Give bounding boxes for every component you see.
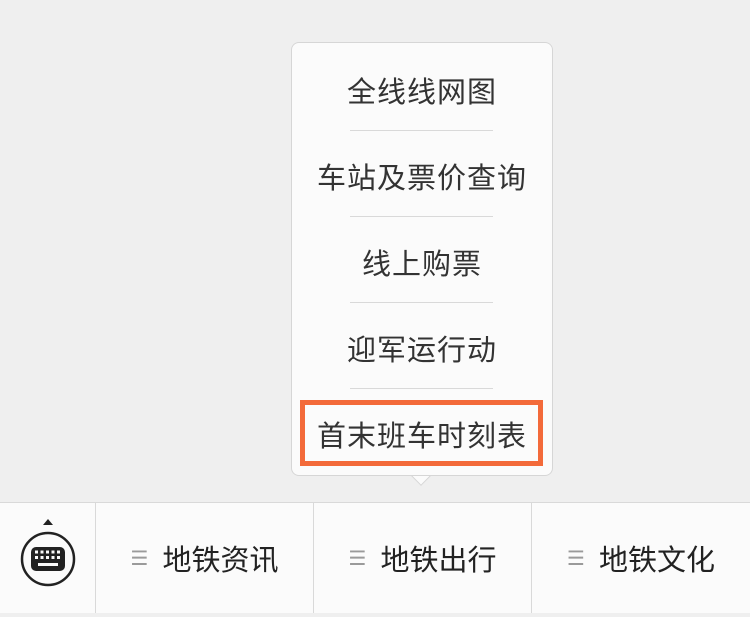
keyboard-toggle-button[interactable] [0, 503, 96, 613]
menu-item-online-ticket[interactable]: 线上购票 [292, 219, 552, 305]
tab-metro-culture[interactable]: ☰ 地铁文化 [532, 503, 750, 613]
menu-lines-icon: ☰ [130, 546, 149, 570]
tab-label: 地铁出行 [380, 543, 497, 577]
menu-item-line-map[interactable]: 全线线网图 [292, 47, 552, 133]
keyboard-icon [20, 519, 76, 587]
menu-item-station-fare-query[interactable]: 车站及票价查询 [292, 133, 552, 219]
submenu-popup: 全线线网图 车站及票价查询 线上购票 迎军运行动 首末班车时刻表 [291, 42, 553, 476]
tab-metro-travel[interactable]: ☰ 地铁出行 [314, 503, 532, 613]
tab-metro-news[interactable]: ☰ 地铁资讯 [96, 503, 314, 613]
menu-item-first-last-timetable[interactable]: 首末班车时刻表 [292, 391, 552, 477]
menu-divider [350, 302, 493, 303]
tab-label: 地铁文化 [598, 543, 715, 577]
menu-divider [350, 388, 493, 389]
menu-divider [350, 216, 493, 217]
menu-divider [350, 130, 493, 131]
menu-item-military-games[interactable]: 迎军运行动 [292, 305, 552, 391]
tab-label: 地铁资讯 [162, 543, 279, 577]
bottom-menu-bar: ☰ 地铁资讯 ☰ 地铁出行 ☰ 地铁文化 [0, 502, 750, 613]
menu-lines-icon: ☰ [567, 546, 585, 570]
menu-lines-icon: ☰ [348, 546, 367, 570]
